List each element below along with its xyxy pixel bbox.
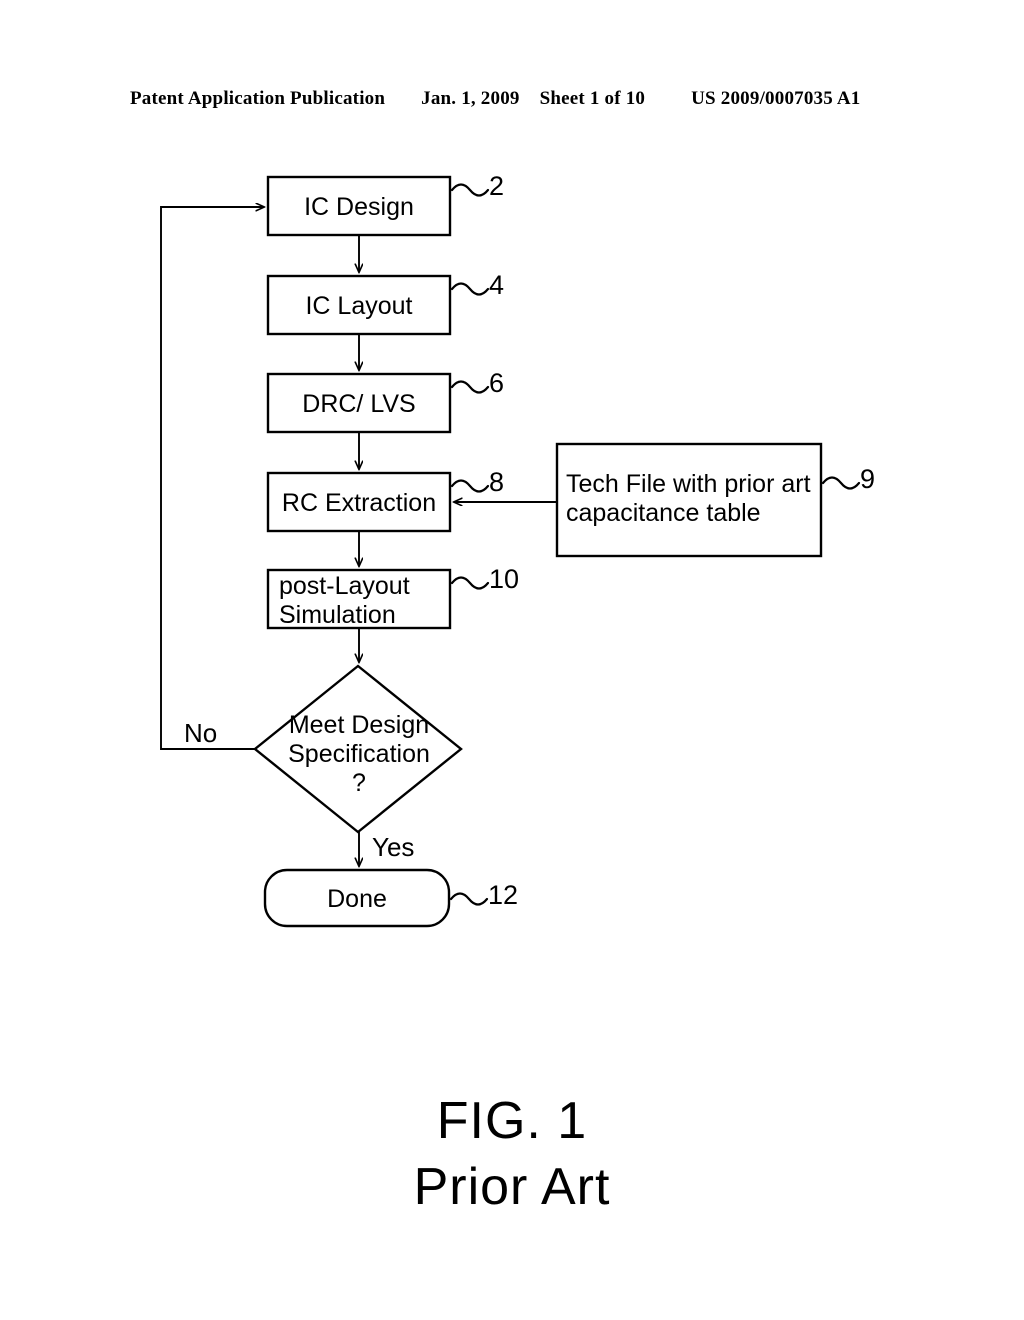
reference-numeral-9: 9 [860,464,876,494]
leader-line-ref-2 [450,183,490,197]
reference-numeral-12: 12 [488,880,519,910]
leader-line-ref-6 [450,380,490,394]
patent-page: Patent Application Publication Jan. 1, 2… [0,0,1024,1320]
edge-decision-no-feedback-loop [160,207,264,750]
node-label-ic-layout: IC Layout [305,292,413,320]
leader-line-ref-12 [449,892,489,906]
leader-line-ref-4 [450,282,490,296]
reference-numeral-6: 6 [489,368,505,398]
node-label-ic-design: IC Design [304,193,414,221]
edge-label-yes: Yes [372,832,415,862]
edge-label-no: No [184,718,218,748]
node-label-drc-lvs: DRC/ LVS [302,390,416,418]
reference-numeral-4: 4 [489,270,505,300]
node-label-tech-file: Tech File with prior art capacitance tab… [566,470,811,527]
reference-numeral-2: 2 [489,171,505,201]
reference-numeral-8: 8 [489,467,505,497]
figure-caption-prior-art: Prior Art [413,1158,611,1216]
node-label-rc-extraction: RC Extraction [281,489,437,517]
node-label-done: Done [327,885,387,913]
figure-caption-number: FIG. 1 [436,1092,588,1150]
node-label-post-layout-simulation: post-Layout Simulation [279,572,410,629]
node-label-meet-design-specification: Meet Design Specification ? [288,711,430,797]
reference-numeral-10: 10 [489,564,520,594]
leader-line-ref-8 [450,479,490,493]
leader-line-ref-9 [821,476,861,490]
